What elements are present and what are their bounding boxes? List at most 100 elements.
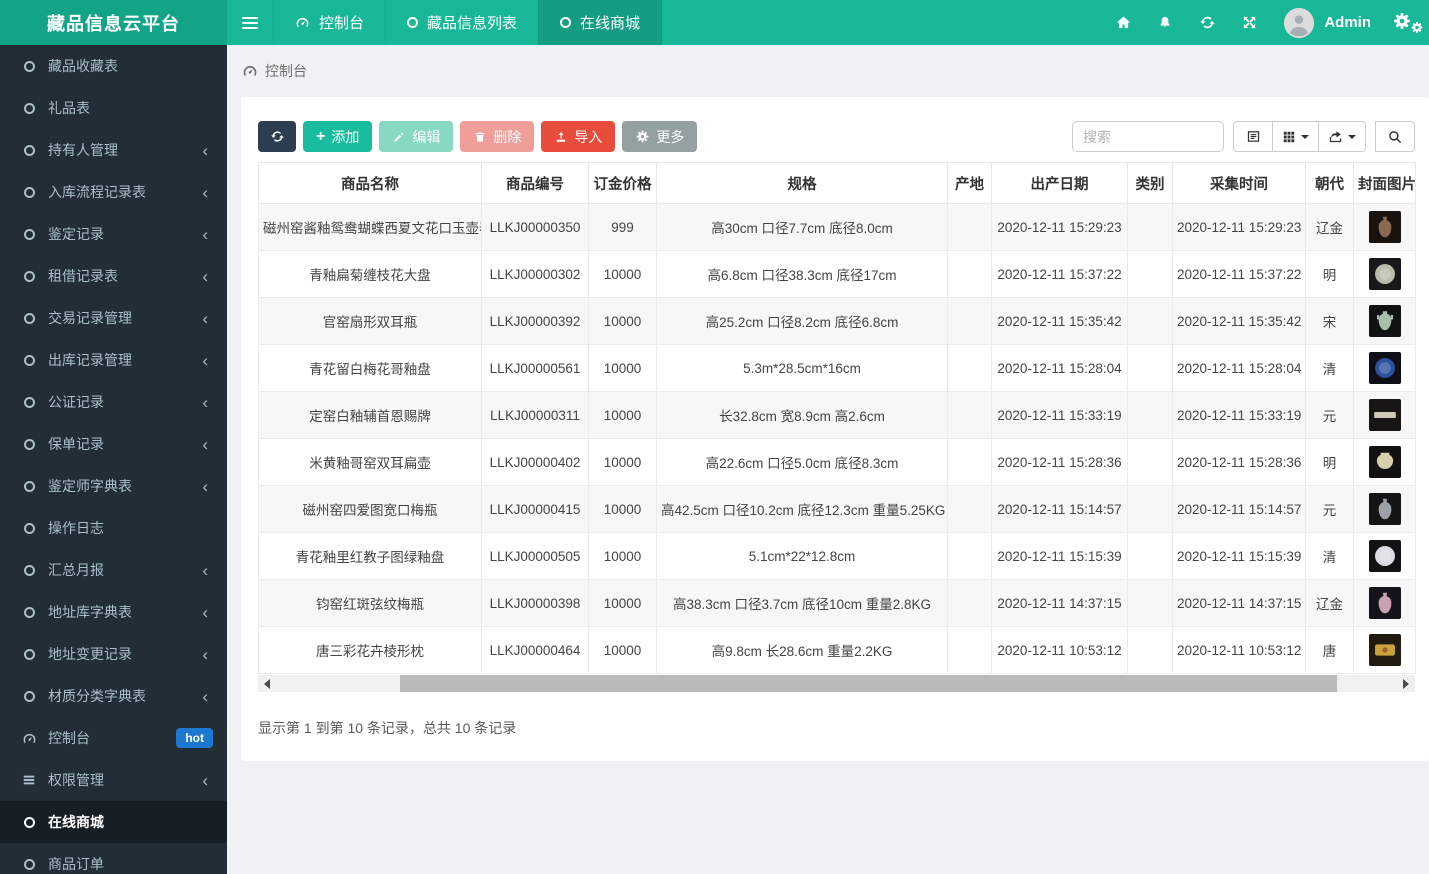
sidebar-item-6[interactable]: 交易记录管理 ‹ [0,297,227,339]
circle-icon [21,606,37,618]
add-button[interactable]: + 添加 [303,121,373,152]
caret-down-icon [1348,134,1356,139]
cell-name: 青花留白梅花哥釉盘 [258,344,482,392]
cell-name: 米黄釉哥窑双耳扁壶 [258,438,482,486]
sidebar-item-label: 操作日志 [48,520,104,536]
circle-icon [21,858,37,870]
sidebar-item-12[interactable]: 汇总月报 ‹ [0,549,227,591]
chevron-left-icon: ‹ [202,224,208,244]
search-button[interactable] [1375,121,1415,152]
cover-image [1368,587,1401,619]
export-button[interactable] [1319,121,1366,152]
sidebar-item-1[interactable]: 礼品表 [0,87,227,129]
cell-category [1127,250,1173,298]
cell-category [1127,391,1173,439]
sidebar-toggle-button[interactable] [227,0,273,45]
topnav-tab[interactable]: 控制台 [273,0,385,45]
detail-view-button[interactable] [1233,121,1273,152]
chevron-left-icon: ‹ [202,140,208,160]
sidebar-item-13[interactable]: 地址库字典表 ‹ [0,591,227,633]
bell-icon[interactable] [1144,0,1186,45]
delete-button[interactable]: 删除 [460,121,535,152]
column-header-collect_time: 采集时间 [1172,162,1306,204]
topnav-tab[interactable]: 藏品信息列表 [385,0,538,45]
sidebar-item-11[interactable]: 操作日志 [0,507,227,549]
cell-produce_date: 2020-12-11 15:35:42 [991,297,1128,345]
cell-image [1353,579,1416,627]
cell-price: 10000 [588,626,657,674]
sidebar-item-14[interactable]: 地址变更记录 ‹ [0,633,227,675]
cell-image [1353,485,1416,533]
sidebar-item-label: 持有人管理 [48,142,118,158]
cell-collect_time: 2020-12-11 15:14:57 [1172,485,1306,533]
cell-code: LLKJ00000561 [481,344,589,392]
scroll-left-arrow-icon[interactable] [264,679,270,689]
cover-image [1368,305,1401,337]
circle-icon [21,228,37,240]
horizontal-scrollbar[interactable] [258,675,1415,692]
sidebar-item-18[interactable]: 在线商城 [0,801,227,843]
cell-category [1127,297,1173,345]
cell-collect_time: 2020-12-11 15:33:19 [1172,391,1306,439]
sidebar-item-9[interactable]: 保单记录 ‹ [0,423,227,465]
search-icon [1389,130,1402,143]
cell-category [1127,438,1173,486]
chevron-left-icon: ‹ [202,644,208,664]
sidebar-item-7[interactable]: 出库记录管理 ‹ [0,339,227,381]
column-header-price: 订金价格 [588,162,657,204]
chevron-left-icon: ‹ [202,560,208,580]
user-avatar[interactable] [1284,7,1315,38]
search-input[interactable] [1072,121,1224,152]
cell-produce_date: 2020-12-11 15:15:39 [991,532,1128,580]
sidebar-item-4[interactable]: 鉴定记录 ‹ [0,213,227,255]
chevron-left-icon: ‹ [202,602,208,622]
scroll-right-arrow-icon[interactable] [1403,679,1409,689]
settings-gears-icon[interactable] [1389,0,1429,45]
import-button[interactable]: 导入 [541,121,616,152]
sidebar-item-19[interactable]: 商品订单 [0,843,227,874]
sidebar-item-15[interactable]: 材质分类字典表 ‹ [0,675,227,717]
chevron-left-icon: ‹ [202,308,208,328]
cell-dynasty: 明 [1305,250,1354,298]
cell-price: 10000 [588,344,657,392]
expand-arrows-icon[interactable] [1228,0,1270,45]
sidebar-item-17[interactable]: 权限管理 ‹ [0,759,227,801]
cell-spec: 高9.8cm 长28.6cm 重量2.2KG [656,626,948,674]
cell-origin [947,297,992,345]
column-header-code: 商品编号 [481,162,589,204]
sidebar-item-10[interactable]: 鉴定师字典表 ‹ [0,465,227,507]
cover-image [1368,399,1401,431]
username-label[interactable]: Admin [1324,14,1371,31]
cell-spec: 高25.2cm 口径8.2cm 底径6.8cm [656,297,948,345]
home-icon[interactable] [1102,0,1144,45]
columns-button[interactable] [1273,121,1319,152]
edit-button[interactable]: 编辑 [379,121,454,152]
cell-dynasty: 辽金 [1305,203,1354,251]
sidebar-item-3[interactable]: 入库流程记录表 ‹ [0,171,227,213]
cell-origin [947,438,992,486]
cell-price: 10000 [588,485,657,533]
gauge-icon [242,63,258,79]
sidebar-item-0[interactable]: 藏品收藏表 [0,45,227,87]
table-row: 钧窑红斑弦纹梅瓶 LLKJ00000398 10000 高38.3cm 口径3.7cm… [258,579,1416,627]
sidebar-item-label: 控制台 [48,730,90,746]
sidebar-item-label: 鉴定师字典表 [48,478,132,494]
sidebar-item-2[interactable]: 持有人管理 ‹ [0,129,227,171]
topnav-tab[interactable]: 在线商城 [538,0,663,45]
cell-collect_time: 2020-12-11 15:28:04 [1172,344,1306,392]
refresh-icon[interactable] [1186,0,1228,45]
sidebar-item-16[interactable]: 控制台 hot [0,717,227,759]
column-header-dynasty: 朝代 [1305,162,1354,204]
cell-price: 10000 [588,579,657,627]
column-header-origin: 产地 [947,162,992,204]
circle-icon [21,102,37,114]
tab-label: 控制台 [319,15,365,32]
sidebar-item-label: 出库记录管理 [48,352,132,368]
hscroll-thumb[interactable] [400,675,1337,692]
cell-dynasty: 清 [1305,532,1354,580]
sidebar-item-8[interactable]: 公证记录 ‹ [0,381,227,423]
sidebar-item-5[interactable]: 租借记录表 ‹ [0,255,227,297]
refresh-button[interactable] [258,121,296,152]
more-button[interactable]: 更多 [622,121,698,152]
circle-icon [21,438,37,450]
